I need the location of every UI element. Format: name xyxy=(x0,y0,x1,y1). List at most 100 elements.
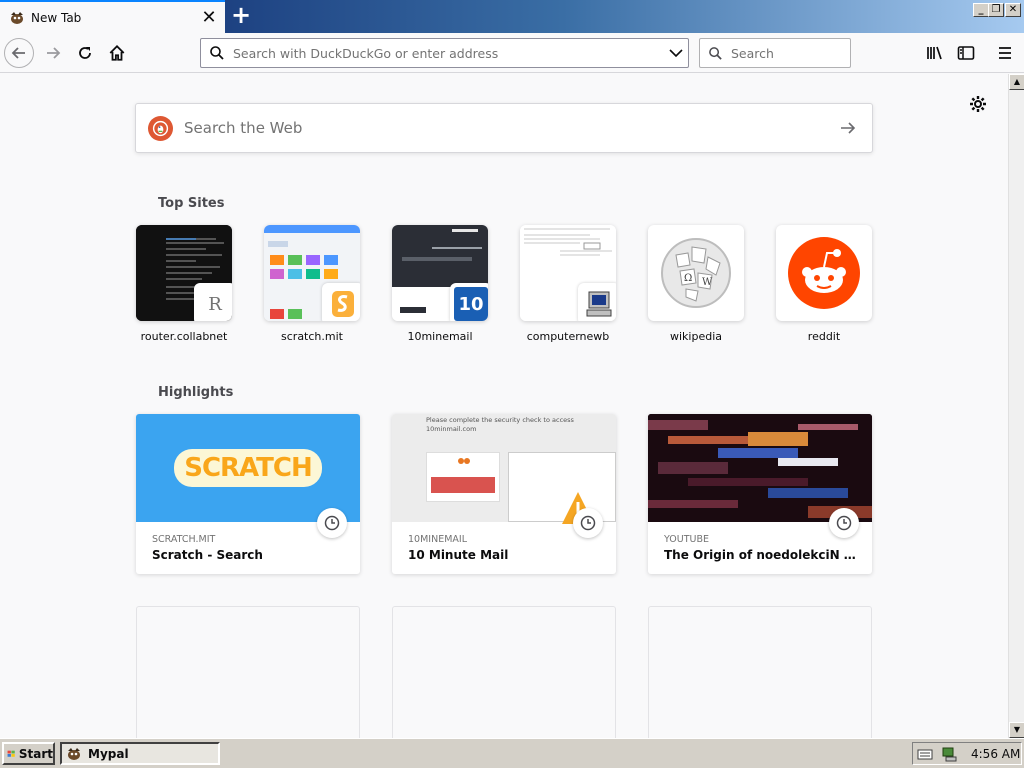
highlight-source: SCRATCH.MIT xyxy=(152,534,216,545)
window-restore-button[interactable]: ❐ xyxy=(988,3,1004,17)
taskbar: Start Mypal 4:56 AM xyxy=(0,738,1024,768)
highlight-preview xyxy=(648,414,872,522)
navigation-toolbar: Search with DuckDuckGo or enter address … xyxy=(0,33,1024,73)
vertical-scrollbar[interactable]: ▲ ▼ xyxy=(1008,74,1024,738)
forward-button[interactable] xyxy=(38,38,68,68)
highlight-title: The Origin of noedolekciN (Nick... xyxy=(664,548,860,562)
top-sites-heading: Top Sites xyxy=(158,196,225,211)
empty-highlight-placeholder xyxy=(136,606,360,738)
scroll-up-arrow-icon[interactable]: ▲ xyxy=(1009,74,1024,90)
top-site-10minemail[interactable]: 10 10minemail xyxy=(392,225,488,343)
start-button[interactable]: Start xyxy=(2,742,55,765)
top-site-scratch-mit[interactable]: scratch.mit xyxy=(264,225,360,343)
highlight-title: Scratch - Search xyxy=(152,548,263,562)
library-button[interactable] xyxy=(920,38,950,68)
tab-close-icon[interactable]: ✕ xyxy=(197,8,221,26)
top-site-thumbnail: Ω W xyxy=(648,225,744,321)
new-tab-button[interactable]: + xyxy=(228,3,254,28)
site-badge-letter: R xyxy=(208,293,222,315)
top-site-label: reddit xyxy=(807,330,841,343)
svg-text:W: W xyxy=(702,277,713,288)
new-tab-page: Search the Web Top Sites R router.collab… xyxy=(0,74,1008,738)
tab-title: New Tab xyxy=(31,10,82,25)
site-badge: R xyxy=(194,283,232,321)
search-icon xyxy=(709,46,722,60)
top-site-thumbnail: R xyxy=(136,225,232,321)
title-bar: New Tab ✕ + _ ❐ ✕ xyxy=(0,0,1024,33)
window-close-button[interactable]: ✕ xyxy=(1005,3,1021,17)
wikipedia-globe-icon: Ω W xyxy=(661,238,731,308)
sidebar-button[interactable] xyxy=(951,38,981,68)
top-site-thumbnail: 10 xyxy=(392,225,488,321)
taskbar-item-label: Mypal xyxy=(88,746,129,761)
highlight-card-scratch[interactable]: SCRATCH SCRATCH.MIT Scratch - Search xyxy=(136,414,360,574)
preview-dialog-dots xyxy=(458,458,470,464)
preview-dialog xyxy=(426,452,500,502)
keyboard-icon[interactable] xyxy=(917,747,933,761)
scratch-wordmark: SCRATCH xyxy=(174,449,322,487)
top-site-label: wikipedia xyxy=(669,330,722,343)
top-site-router-collabnet[interactable]: R router.collabnet xyxy=(136,225,232,343)
web-search-box[interactable]: Search the Web xyxy=(135,103,873,153)
mypal-app-icon xyxy=(68,747,80,760)
arrow-right-icon[interactable] xyxy=(824,104,872,152)
scroll-down-arrow-icon[interactable]: ▼ xyxy=(1009,722,1024,738)
chevron-down-icon[interactable] xyxy=(664,41,688,65)
highlight-card-10minemail[interactable]: Please complete the security check to ac… xyxy=(392,414,616,574)
home-icon xyxy=(109,44,125,61)
windows-logo-icon xyxy=(7,750,15,757)
reddit-logo-icon xyxy=(788,237,860,309)
top-site-thumbnail xyxy=(264,225,360,321)
top-site-label: router.collabnet xyxy=(140,330,228,343)
highlight-source: YOUTUBE xyxy=(664,534,709,545)
gear-icon[interactable] xyxy=(968,94,988,114)
network-icon[interactable] xyxy=(941,746,957,762)
menu-button[interactable] xyxy=(990,38,1020,68)
empty-highlight-placeholder xyxy=(648,606,872,738)
security-check-text: Please complete the security check to ac… xyxy=(426,416,574,433)
top-site-label: scratch.mit xyxy=(281,330,343,343)
top-site-reddit[interactable]: reddit xyxy=(776,225,872,343)
duckduckgo-logo-icon xyxy=(148,115,173,141)
site-badge-number: 10 xyxy=(458,293,484,315)
highlight-preview: Please complete the security check to ac… xyxy=(392,414,616,524)
taskbar-item-mypal[interactable]: Mypal xyxy=(60,742,220,765)
library-icon xyxy=(927,46,942,60)
10minemail-logo-icon: 10 xyxy=(454,287,488,321)
search-field[interactable]: Search xyxy=(699,38,851,68)
reload-button[interactable] xyxy=(70,38,100,68)
tab-new-tab[interactable]: New Tab ✕ xyxy=(0,0,225,33)
hamburger-menu-icon xyxy=(999,47,1011,59)
highlight-preview: SCRATCH xyxy=(136,414,360,522)
top-site-wikipedia[interactable]: Ω W wikipedia xyxy=(648,225,744,343)
top-site-label: 10minemail xyxy=(407,330,473,343)
clock-icon xyxy=(317,508,347,538)
taskbar-clock: 4:56 AM xyxy=(971,746,1021,761)
reload-icon xyxy=(79,47,91,59)
back-button[interactable] xyxy=(4,38,34,68)
top-site-thumbnail xyxy=(520,225,616,321)
web-search-placeholder: Search the Web xyxy=(184,119,303,137)
highlight-card-youtube[interactable]: YOUTUBE The Origin of noedolekciN (Nick.… xyxy=(648,414,872,574)
search-field-placeholder: Search xyxy=(731,45,774,61)
home-button[interactable] xyxy=(102,38,132,68)
highlight-source: 10MINEMAIL xyxy=(408,534,467,545)
clock-icon xyxy=(829,508,859,538)
system-tray: 4:56 AM xyxy=(912,742,1022,765)
preview-dialog-alert xyxy=(431,477,495,493)
window-minimize-button[interactable]: _ xyxy=(973,3,989,17)
search-icon xyxy=(210,46,224,60)
empty-highlight-placeholder xyxy=(392,606,616,738)
start-label: Start xyxy=(18,746,53,761)
address-bar[interactable]: Search with DuckDuckGo or enter address xyxy=(200,38,689,68)
back-arrow-icon xyxy=(11,47,25,59)
top-site-computernewb[interactable]: computernewb xyxy=(520,225,616,343)
scratch-wordmark-text: SCRATCH xyxy=(184,453,313,483)
scratch-s-logo-icon xyxy=(332,291,354,317)
top-site-label: computernewb xyxy=(526,330,610,343)
clock-icon xyxy=(573,508,603,538)
svg-text:Ω: Ω xyxy=(684,273,692,284)
forward-arrow-icon xyxy=(47,47,61,59)
site-badge xyxy=(322,283,360,321)
glitch-video-thumbnail xyxy=(648,414,872,522)
